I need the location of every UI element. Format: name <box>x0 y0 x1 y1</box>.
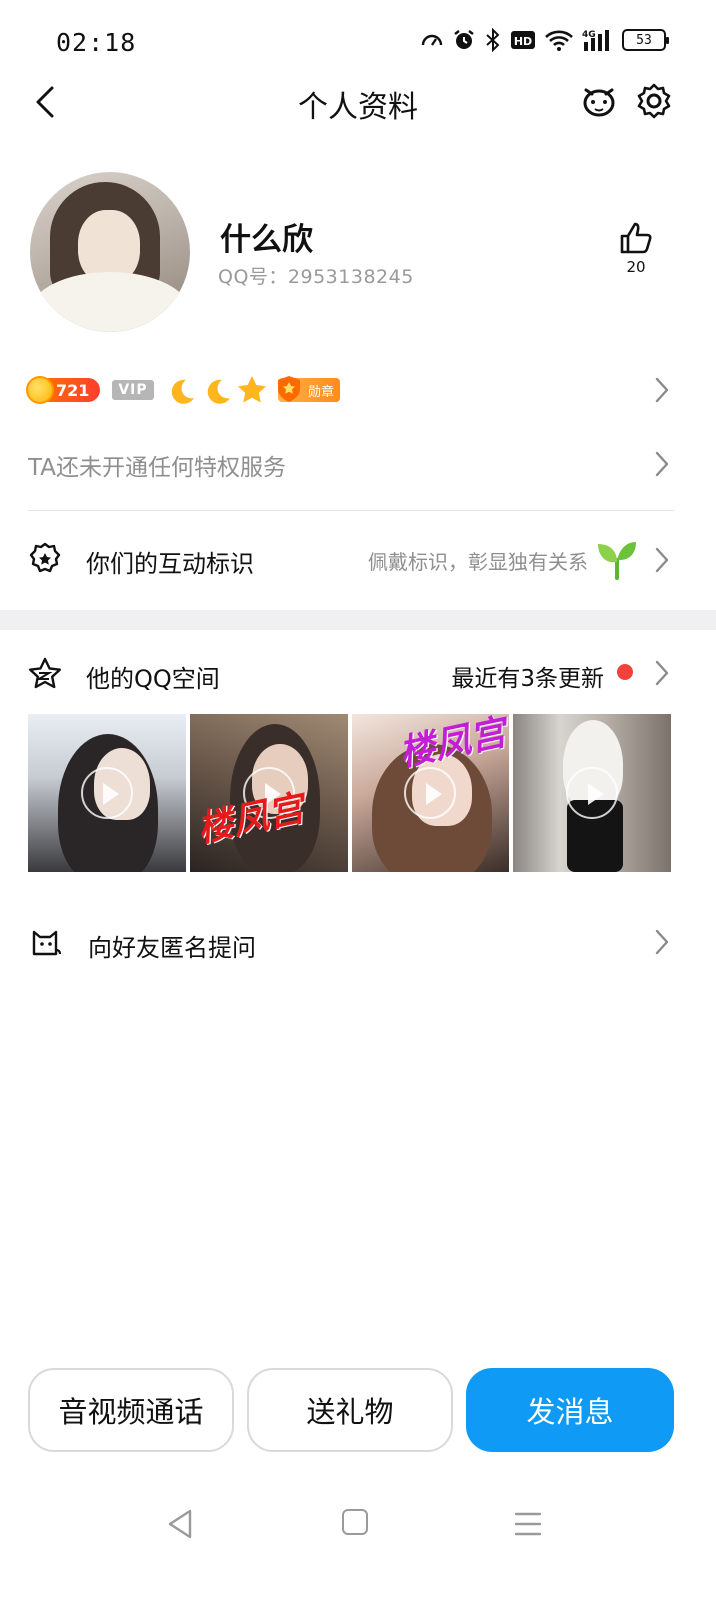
qzone-label: 他的QQ空间 <box>86 665 220 693</box>
profile-qq-number: QQ号：2953138245 <box>218 266 414 288</box>
alarm-icon <box>454 30 474 49</box>
moon-icon <box>207 379 230 404</box>
qzone-row[interactable]: 他的QQ空间 最近有3条更新 <box>0 645 716 705</box>
send-gift-button[interactable]: 送礼物 <box>247 1368 453 1452</box>
status-time: 02:18 <box>56 28 137 57</box>
bluetooth-icon <box>486 28 500 52</box>
system-menu-icon[interactable] <box>514 1511 542 1537</box>
play-icon <box>80 767 133 819</box>
svg-text:HD: HD <box>514 35 532 48</box>
signal-4g-icon: 4G <box>582 30 609 51</box>
system-home-icon[interactable] <box>342 1509 368 1535</box>
profile-name: 什么欣 <box>220 222 313 258</box>
qzone-video-thumbnail[interactable] <box>513 714 671 872</box>
nav-bar: 个人资料 <box>0 70 716 134</box>
qzone-thumbnails <box>28 714 671 872</box>
video-call-button[interactable]: 音视频通话 <box>28 1368 234 1452</box>
qq-level-badge: 721 <box>26 376 100 404</box>
sun-coin-icon <box>26 376 54 404</box>
medal-badge: 勋章 <box>278 376 340 402</box>
anonymous-ask-label: 向好友匿名提问 <box>88 934 256 962</box>
interaction-tag-hint: 佩戴标识，彰显独有关系 <box>368 550 588 574</box>
qq-level-value: 721 <box>56 380 90 400</box>
chevron-right-icon <box>655 929 669 955</box>
system-nav-bar <box>0 1495 716 1555</box>
badge-star-icon <box>29 542 61 573</box>
speedometer-icon <box>421 34 443 46</box>
send-message-button[interactable]: 发消息 <box>466 1368 674 1452</box>
qzone-star-icon <box>29 657 61 689</box>
battery-icon: 53 <box>622 29 669 51</box>
unread-dot <box>617 664 633 680</box>
qzone-video-thumbnail[interactable] <box>28 714 186 872</box>
system-back-icon[interactable] <box>166 1507 196 1541</box>
status-icons: HD 4G 53 <box>420 28 669 52</box>
interaction-tag-label: 你们的互动标识 <box>86 550 254 578</box>
vip-badge: VIP <box>112 380 154 400</box>
status-bar: 02:18 HD 4G 53 <box>0 0 716 80</box>
cat-icon <box>32 930 62 956</box>
chevron-right-icon <box>655 660 669 686</box>
avatar[interactable] <box>30 172 190 332</box>
section-separator <box>0 610 716 630</box>
thumbs-up-icon[interactable] <box>618 220 654 256</box>
badges-row[interactable]: 721 VIP 勋章 <box>26 372 688 412</box>
hd-icon: HD <box>511 31 535 49</box>
divider <box>28 510 674 511</box>
star-icon <box>238 376 266 403</box>
bottom-actions: 音视频通话 送礼物 发消息 <box>28 1368 674 1452</box>
chevron-right-icon <box>655 547 669 573</box>
settings-gear-icon[interactable] <box>636 82 672 120</box>
wifi-icon <box>545 30 573 51</box>
medal-label: 勋章 <box>307 384 334 400</box>
qzone-update-count: 最近有3条更新 <box>451 666 604 692</box>
play-icon <box>566 767 619 819</box>
medal-shield-icon <box>278 376 300 402</box>
anonymous-ask-row[interactable]: 向好友匿名提问 <box>0 914 716 974</box>
chevron-right-icon <box>655 451 669 477</box>
interaction-tag-row[interactable]: 你们的互动标识 佩戴标识，彰显独有关系 <box>0 530 716 592</box>
chevron-right-icon <box>655 377 669 403</box>
pet-icon[interactable] <box>580 82 618 120</box>
sprout-icon <box>598 542 636 580</box>
moon-icon <box>171 379 194 404</box>
privilege-status[interactable]: TA还未开通任何特权服务 <box>28 448 286 482</box>
like-count: 20 <box>626 258 646 276</box>
